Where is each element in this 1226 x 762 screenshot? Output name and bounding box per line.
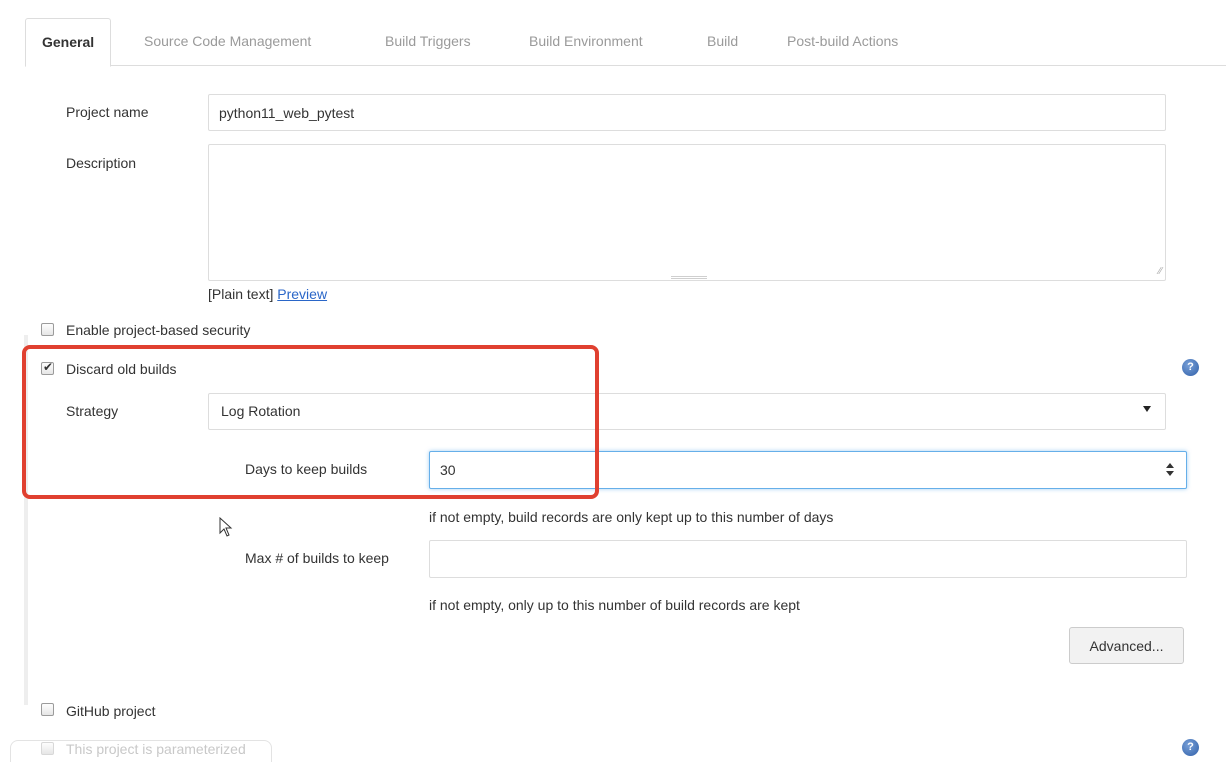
question-mark-icon[interactable]: ? [1182, 359, 1199, 376]
tab-source-code-management[interactable]: Source Code Management [128, 18, 327, 66]
advanced-button[interactable]: Advanced... [1069, 627, 1184, 664]
parameterized-label: This project is parameterized [66, 741, 246, 757]
project-name-input[interactable] [208, 94, 1166, 131]
plain-text-label: [Plain text] [208, 286, 274, 302]
github-project-checkbox[interactable] [41, 703, 54, 716]
mouse-pointer-icon [219, 517, 233, 537]
max-builds-hint: if not empty, only up to this number of … [429, 597, 800, 613]
tab-post-build-actions[interactable]: Post-build Actions [771, 18, 914, 66]
project-security-checkbox[interactable] [41, 323, 54, 336]
description-textarea[interactable]: ∕∕ [208, 144, 1166, 281]
days-to-keep-hint: if not empty, build records are only kep… [429, 509, 834, 525]
max-builds-label: Max # of builds to keep [245, 550, 389, 566]
description-label: Description [66, 155, 137, 171]
tab-build-triggers[interactable]: Build Triggers [369, 18, 487, 66]
resize-grip-icon[interactable] [671, 276, 707, 279]
dropdown-arrow-icon [1143, 406, 1151, 412]
project-security-label: Enable project-based security [66, 322, 251, 338]
question-mark-icon[interactable]: ? [1182, 739, 1199, 756]
config-tabs: General Source Code Management Build Tri… [25, 18, 1226, 67]
number-spinner-icon[interactable] [1166, 463, 1174, 477]
parameterized-checkbox[interactable] [41, 742, 54, 755]
tab-build[interactable]: Build [691, 18, 754, 66]
resize-corner-icon[interactable]: ∕∕ [1159, 267, 1162, 277]
tab-build-environment[interactable]: Build Environment [513, 18, 659, 66]
annotation-highlight-box [22, 345, 599, 499]
project-name-label: Project name [66, 104, 149, 120]
preview-link[interactable]: Preview [277, 286, 327, 302]
tab-general[interactable]: General [25, 18, 112, 67]
max-builds-input[interactable] [429, 540, 1187, 578]
plain-text-hint: [Plain text] Preview [208, 286, 327, 302]
github-project-label: GitHub project [66, 703, 156, 719]
